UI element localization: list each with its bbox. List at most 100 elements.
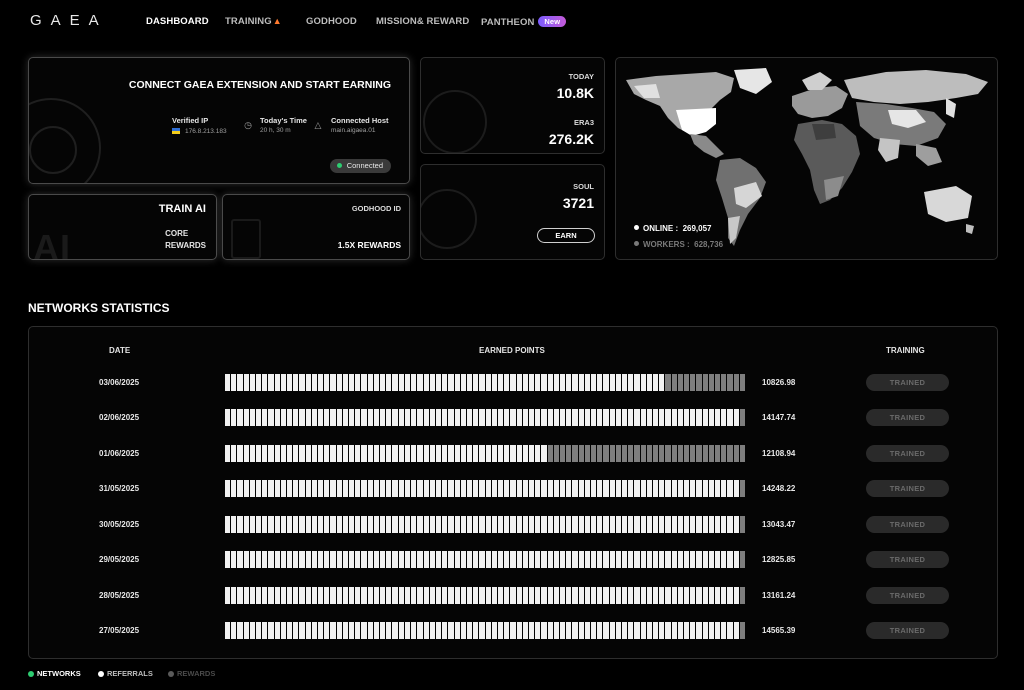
bar-segment — [497, 409, 504, 426]
bar-segment — [287, 622, 293, 639]
bar-segment — [280, 480, 287, 497]
bar-segment — [305, 480, 311, 497]
bar-segment — [628, 622, 634, 639]
bar-segment — [733, 409, 739, 426]
nav-godhood[interactable]: GODHOOD — [306, 16, 357, 27]
bar-segment — [671, 374, 677, 391]
bar-segment — [280, 587, 287, 604]
bar-segment — [684, 516, 690, 533]
gaea-ring-icon — [423, 90, 487, 153]
train-ai-card[interactable]: AI TRAIN AI CORE REWARDS — [28, 194, 217, 260]
bar-segment — [466, 480, 473, 497]
trained-button[interactable]: TRAINED — [866, 374, 949, 391]
bar-segment — [708, 516, 715, 533]
ai-deco-text: AI — [33, 227, 71, 260]
bar-segment — [429, 445, 435, 462]
bar-segment — [398, 587, 404, 604]
trained-button[interactable]: TRAINED — [866, 587, 949, 604]
bar-segment — [330, 445, 336, 462]
bar-segment — [721, 374, 727, 391]
bar-segment — [696, 374, 702, 391]
trained-button[interactable]: TRAINED — [866, 551, 949, 568]
bar-segment — [739, 551, 746, 568]
footer-tab-rewards[interactable]: REWARDS — [168, 669, 215, 678]
footer-tab-referrals[interactable]: REFERRALS — [98, 669, 153, 678]
table-row: 30/05/2025 13043.47 TRAINED — [29, 516, 997, 536]
bar-segment — [404, 622, 411, 639]
bar-segment — [454, 587, 460, 604]
earn-button[interactable]: EARN — [537, 228, 595, 243]
bar-segment — [721, 480, 727, 497]
bar-segment — [684, 622, 690, 639]
era-value: 276.2K — [548, 131, 594, 147]
train-line-core: CORE — [165, 229, 189, 238]
bar-segment — [231, 374, 237, 391]
connected-status-badge[interactable]: Connected — [329, 159, 391, 173]
flame-icon: ▲ — [272, 16, 282, 26]
bar-segment — [435, 374, 442, 391]
bar-segment — [715, 551, 721, 568]
trained-button[interactable]: TRAINED — [866, 409, 949, 426]
bar-segment — [485, 374, 491, 391]
training-column-header: TRAINING — [886, 346, 925, 355]
bar-segment — [634, 587, 640, 604]
footer-referrals-label: REFERRALS — [107, 669, 153, 678]
bar-segment — [653, 445, 659, 462]
today-label: TODAY — [568, 72, 594, 81]
table-row: 31/05/2025 14248.22 TRAINED — [29, 480, 997, 500]
godhood-id-card[interactable]: GODHOOD ID 1.5X REWARDS — [222, 194, 410, 260]
nav-pantheon[interactable]: PANTHEON New — [481, 16, 567, 28]
bar-segment — [646, 516, 653, 533]
bar-segment — [603, 445, 609, 462]
bar-segment — [392, 480, 398, 497]
bar-segment — [733, 445, 739, 462]
bar-segment — [497, 374, 504, 391]
nav-training[interactable]: TRAINING▲ — [225, 16, 282, 27]
bar-segment — [653, 409, 659, 426]
bar-segment — [373, 374, 380, 391]
nav-dashboard[interactable]: DASHBOARD — [146, 16, 209, 27]
bar-segment — [237, 516, 243, 533]
bar-segment — [522, 551, 528, 568]
connected-status-text: Connected — [346, 161, 383, 170]
trained-button[interactable]: TRAINED — [866, 480, 949, 497]
bar-segment — [690, 480, 696, 497]
row-date: 01/06/2025 — [99, 449, 140, 458]
bar-segment — [553, 622, 559, 639]
bar-segment — [392, 551, 398, 568]
bar-segment — [299, 445, 305, 462]
footer-tab-networks[interactable]: NETWORKS — [28, 669, 81, 678]
trained-button[interactable]: TRAINED — [866, 516, 949, 533]
bar-segment — [541, 374, 547, 391]
bar-segment — [473, 409, 479, 426]
bar-segment — [584, 587, 590, 604]
earned-points-bar — [225, 551, 746, 568]
trained-button[interactable]: TRAINED — [866, 445, 949, 462]
bar-segment — [504, 622, 510, 639]
bar-segment — [392, 587, 398, 604]
bar-segment — [640, 374, 646, 391]
bar-segment — [528, 516, 535, 533]
bar-segment — [454, 622, 460, 639]
nav-mission-reward[interactable]: MISSION& REWARD — [376, 16, 469, 27]
bar-segment — [398, 374, 404, 391]
trained-button[interactable]: TRAINED — [866, 622, 949, 639]
bar-segment — [646, 480, 653, 497]
bar-segment — [318, 374, 324, 391]
bar-segment — [318, 409, 324, 426]
bar-segment — [485, 409, 491, 426]
bar-segment — [578, 516, 584, 533]
bar-segment — [404, 409, 411, 426]
bar-segment — [386, 587, 392, 604]
bar-segment — [491, 374, 497, 391]
bar-segment — [373, 587, 380, 604]
bar-segment — [249, 409, 256, 426]
bar-segment — [318, 587, 324, 604]
bar-segment — [702, 409, 708, 426]
bar-segment — [392, 409, 398, 426]
new-badge: New — [538, 16, 567, 27]
soul-value: 3721 — [562, 195, 594, 211]
gaea-logo[interactable]: GAEA — [30, 12, 108, 29]
bar-segment — [603, 587, 609, 604]
bar-segment — [429, 374, 435, 391]
